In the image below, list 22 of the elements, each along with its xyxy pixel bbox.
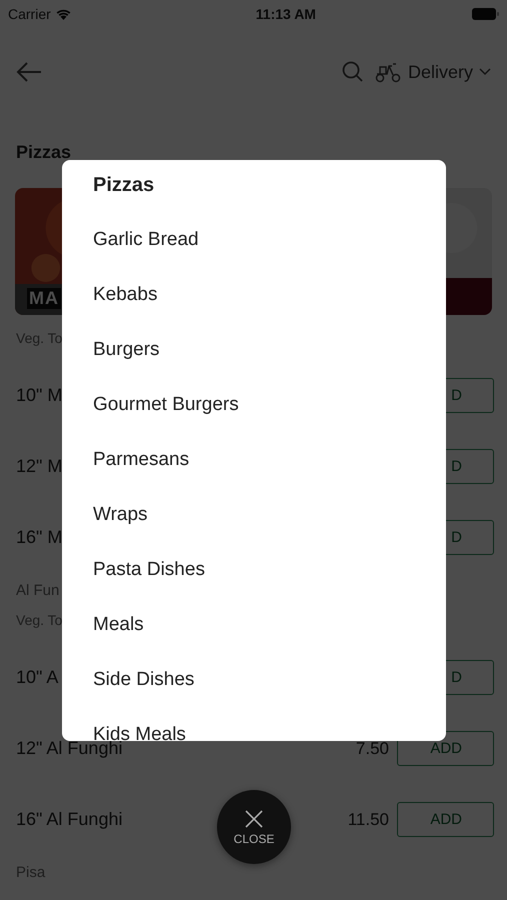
price: 7.50: [356, 738, 389, 758]
menu-item[interactable]: Meals: [62, 597, 446, 652]
price: 11.50: [348, 810, 389, 830]
menu-item[interactable]: Side Dishes: [62, 652, 446, 707]
menu-item[interactable]: Parmesans: [62, 432, 446, 487]
menu-item[interactable]: Kids Meals: [62, 707, 446, 741]
menu-item[interactable]: Kebabs: [62, 267, 446, 322]
size-option: 12" M: [16, 456, 62, 477]
menu-item[interactable]: Pasta Dishes: [62, 542, 446, 597]
size-option: 10" A: [16, 667, 58, 688]
close-icon: [244, 808, 264, 828]
carrier-label: Carrier: [8, 6, 51, 22]
menu-item[interactable]: Gourmet Burgers: [62, 377, 446, 432]
size-option: 10" M: [16, 385, 62, 406]
menu-title: Pizzas: [92, 173, 156, 198]
size-option: 16" Al Funghi: [16, 809, 122, 830]
size-option: 16" M: [16, 527, 62, 548]
menu-item[interactable]: Garlic Bread: [62, 212, 446, 267]
menu-item[interactable]: Wraps: [62, 487, 446, 542]
menu-item[interactable]: Burgers: [62, 322, 446, 377]
clock-time: 11:13 AM: [256, 6, 316, 22]
section-title: Pizzas: [15, 141, 72, 160]
